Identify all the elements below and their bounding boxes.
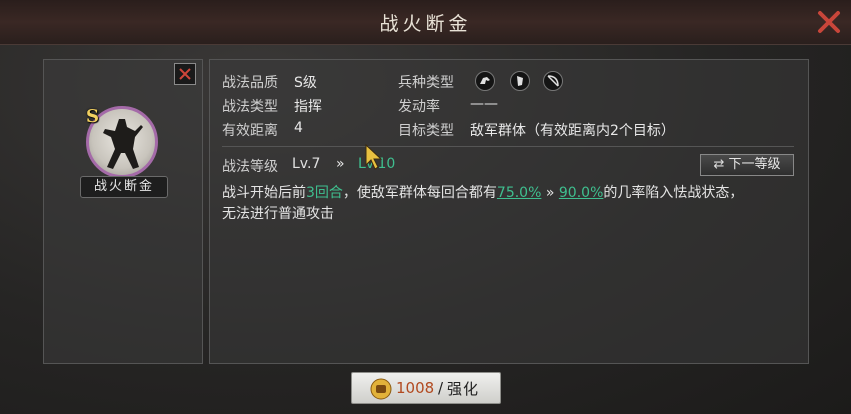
tactic-name: 战火断金 bbox=[80, 176, 168, 198]
grade-badge: S bbox=[86, 106, 99, 127]
target-type-label: 目标类型 bbox=[398, 123, 454, 139]
fist-icon bbox=[370, 378, 392, 400]
type-value: 指挥 bbox=[294, 99, 322, 115]
upgrade-slash: / bbox=[438, 379, 444, 397]
window-title: 战火断金 bbox=[379, 13, 472, 35]
range-value: 4 bbox=[294, 120, 303, 136]
bow-icon bbox=[543, 71, 563, 91]
desc-text-3: 的几率陷入怯战状态， bbox=[603, 185, 744, 201]
tactic-detail-panel: 战法品质 S级 兵种类型 战法类型 指挥 发动率 —— 有效距离 4 目标类型 … bbox=[209, 59, 809, 364]
desc-text-1: 战斗开始后前 bbox=[222, 185, 306, 201]
close-icon bbox=[179, 68, 191, 80]
unit-type-label: 兵种类型 bbox=[398, 75, 454, 91]
next-level-button-label: 下一等级 bbox=[728, 157, 781, 172]
level-label: 战法等级 bbox=[222, 159, 278, 175]
upgrade-label: 强化 bbox=[447, 380, 480, 398]
desc-text-2: ，使敌军群体每回合都有 bbox=[342, 185, 497, 201]
swap-icon: ⇄ bbox=[713, 157, 725, 172]
cavalry-icon bbox=[475, 71, 495, 91]
close-icon bbox=[818, 11, 840, 33]
level-arrow: » bbox=[336, 156, 345, 172]
desc-arrow: » bbox=[545, 185, 555, 201]
tactic-card-panel: S 战火断金 bbox=[43, 59, 203, 364]
quality-value: S级 bbox=[294, 75, 317, 91]
desc-rate-from: 75.0% bbox=[496, 185, 542, 201]
upgrade-button[interactable]: 1008 / 强化 bbox=[351, 372, 501, 404]
type-label: 战法类型 bbox=[222, 99, 278, 115]
shield-icon bbox=[510, 71, 530, 91]
close-button[interactable] bbox=[815, 8, 843, 36]
desc-line-2: 无法进行普通攻击 bbox=[222, 206, 334, 222]
remove-tactic-button[interactable] bbox=[174, 63, 196, 85]
tactic-description: 战斗开始后前3回合，使敌军群体每回合都有75.0% » 90.0%的几率陷入怯战… bbox=[222, 183, 798, 225]
activation-rate-value: —— bbox=[470, 96, 498, 112]
activation-rate-label: 发动率 bbox=[398, 99, 440, 115]
divider bbox=[222, 146, 794, 147]
desc-rate-to: 90.0% bbox=[558, 185, 604, 201]
quality-label: 战法品质 bbox=[222, 75, 278, 91]
next-level-button[interactable]: ⇄ 下一等级 bbox=[700, 154, 794, 176]
upgrade-cost: 1008 bbox=[396, 379, 435, 397]
mouse-cursor-icon bbox=[365, 143, 383, 170]
range-label: 有效距离 bbox=[222, 123, 278, 139]
title-bar: 战火断金 bbox=[0, 0, 851, 45]
desc-rounds: 3回合 bbox=[306, 185, 343, 201]
target-type-value: 敌军群体（有效距离内2个目标） bbox=[470, 123, 675, 139]
level-current: Lv.7 bbox=[292, 156, 321, 172]
